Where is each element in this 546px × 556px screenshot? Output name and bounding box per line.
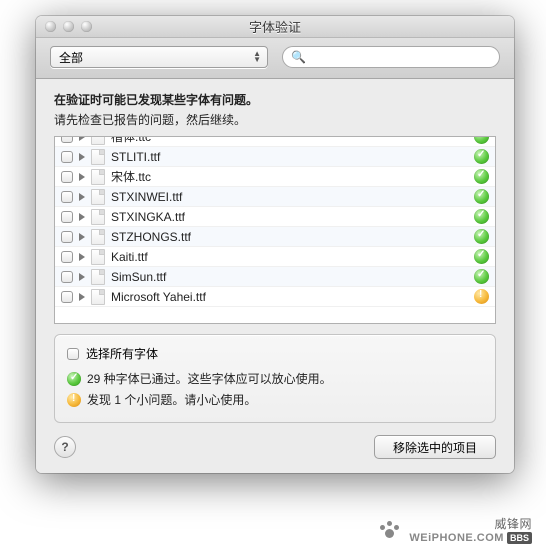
warning-icon [67,393,81,407]
disclosure-triangle-icon[interactable] [79,153,85,161]
disclosure-triangle-icon[interactable] [79,173,85,181]
watermark-text: 威锋网 WEiPHONE.COM BBS [409,515,532,544]
status-ok-icon [474,249,489,264]
disclosure-triangle-icon[interactable] [79,136,85,141]
font-checkbox[interactable] [61,231,73,243]
traffic-lights [36,21,92,32]
search-icon: 🔍 [291,50,306,64]
font-checkbox[interactable] [61,211,73,223]
font-file-icon [91,149,105,165]
passed-line: 29 种字体已通过。这些字体应可以放心使用。 [67,370,483,387]
font-file-icon [91,209,105,225]
message-heading: 在验证时可能已发现某些字体有问题。 [54,91,496,108]
font-row[interactable]: 楷体.ttc [55,136,495,147]
select-arrows-icon: ▲▼ [253,51,261,63]
status-ok-icon [474,169,489,184]
font-row[interactable]: STXINGKA.ttf [55,207,495,227]
font-file-icon [91,169,105,185]
checkmark-icon [67,372,81,386]
font-name: STZHONGS.ttf [111,230,470,244]
status-ok-icon [474,209,489,224]
font-row[interactable]: Kaiti.ttf [55,247,495,267]
font-checkbox[interactable] [61,191,73,203]
font-checkbox[interactable] [61,136,73,143]
font-name: Microsoft Yahei.ttf [111,290,470,304]
select-all-row: 选择所有字体 [67,345,483,362]
font-file-icon [91,229,105,245]
search-input[interactable] [310,50,491,64]
font-row[interactable]: STZHONGS.ttf [55,227,495,247]
font-file-icon [91,136,105,145]
window: 字体验证 全部 ▲▼ 🔍 在验证时可能已发现某些字体有问题。 请先检查已报告的问… [36,16,514,473]
disclosure-triangle-icon[interactable] [79,293,85,301]
disclosure-triangle-icon[interactable] [79,213,85,221]
remove-selected-button[interactable]: 移除选中的项目 [374,435,496,459]
passed-text: 29 种字体已通过。这些字体应可以放心使用。 [87,370,332,387]
toolbar: 全部 ▲▼ 🔍 [36,38,514,79]
status-ok-icon [474,149,489,164]
bbs-badge: BBS [507,532,532,544]
titlebar: 字体验证 [36,16,514,38]
status-ok-icon [474,189,489,204]
disclosure-triangle-icon[interactable] [79,233,85,241]
disclosure-triangle-icon[interactable] [79,253,85,261]
font-row[interactable]: 宋体.ttc [55,167,495,187]
font-file-icon [91,289,105,305]
watermark: 威锋网 WEiPHONE.COM BBS [379,515,532,544]
font-row[interactable]: STXINWEI.ttf [55,187,495,207]
status-warning-icon [474,289,489,304]
font-checkbox[interactable] [61,271,73,283]
footer: ? 移除选中的项目 [54,435,496,459]
font-name: STLITI.ttf [111,150,470,164]
font-file-icon [91,189,105,205]
font-name: 楷体.ttc [111,136,470,145]
font-name: SimSun.ttf [111,270,470,284]
font-checkbox[interactable] [61,251,73,263]
content: 在验证时可能已发现某些字体有问题。 请先检查已报告的问题，然后继续。 楷体.tt… [36,79,514,473]
filter-select-value: 全部 [59,49,83,66]
status-ok-icon [474,229,489,244]
disclosure-triangle-icon[interactable] [79,193,85,201]
select-all-checkbox[interactable] [67,348,79,360]
minimize-button[interactable] [63,21,74,32]
warning-line: 发现 1 个小问题。请小心使用。 [67,391,483,408]
paw-icon [379,521,401,539]
font-name: STXINGKA.ttf [111,210,470,224]
summary-box: 选择所有字体 29 种字体已通过。这些字体应可以放心使用。 发现 1 个小问题。… [54,334,496,423]
font-file-icon [91,269,105,285]
font-name: 宋体.ttc [111,168,470,185]
select-all-label: 选择所有字体 [86,345,158,362]
status-ok-icon [474,269,489,284]
close-button[interactable] [45,21,56,32]
font-list[interactable]: 楷体.ttc STLITI.ttf 宋体.ttc STXINWEI.ttf STXING… [54,136,496,324]
font-name: Kaiti.ttf [111,250,470,264]
window-title: 字体验证 [36,17,514,36]
font-row[interactable]: SimSun.ttf [55,267,495,287]
warning-text: 发现 1 个小问题。请小心使用。 [87,391,256,408]
status-ok-icon [474,136,489,144]
font-row[interactable]: STLITI.ttf [55,147,495,167]
font-checkbox[interactable] [61,151,73,163]
message-sub: 请先检查已报告的问题，然后继续。 [54,111,496,128]
font-name: STXINWEI.ttf [111,190,470,204]
filter-select[interactable]: 全部 ▲▼ [50,46,268,68]
font-checkbox[interactable] [61,291,73,303]
zoom-button[interactable] [81,21,92,32]
search-field[interactable]: 🔍 [282,46,500,68]
help-button[interactable]: ? [54,436,76,458]
font-row[interactable]: Microsoft Yahei.ttf [55,287,495,307]
font-file-icon [91,249,105,265]
disclosure-triangle-icon[interactable] [79,273,85,281]
font-checkbox[interactable] [61,171,73,183]
